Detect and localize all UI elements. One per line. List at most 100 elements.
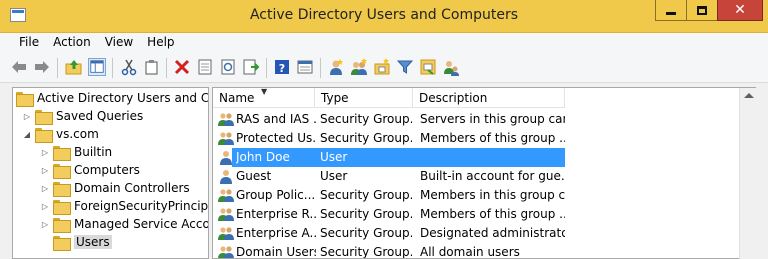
minimize-button[interactable] [655, 0, 687, 21]
cell-name: RAS and IAS ... [236, 112, 316, 126]
expand-icon[interactable]: ▷ [40, 201, 50, 211]
properties-icon[interactable] [196, 58, 214, 76]
cell-description: Built-in account for gue... [420, 169, 565, 183]
delete-icon[interactable] [173, 58, 191, 76]
minimize-icon [666, 11, 676, 15]
scroll-up-icon[interactable] [744, 93, 754, 98]
maximize-icon [697, 5, 707, 15]
window-title: Active Directory Users and Computers [249, 7, 519, 23]
group-icon [218, 131, 234, 146]
group-icon [218, 226, 234, 241]
export-list-icon[interactable] [242, 58, 260, 76]
tree-item-label: Domain Controllers [74, 181, 190, 195]
up-folder-icon[interactable] [65, 58, 83, 76]
refresh-icon[interactable] [219, 58, 237, 76]
tree-item-computers[interactable]: ▷ Computers [40, 161, 140, 179]
cell-name: Enterprise A... [236, 226, 316, 240]
column-header-label: Type [321, 91, 349, 105]
column-header-name[interactable]: Name ▼ [213, 88, 315, 108]
list-row[interactable]: Group Polic... Security Group... Members i… [213, 186, 740, 205]
tree-root-label: Active Directory Users and Com [37, 91, 209, 105]
cell-description: Members of this group ... [420, 207, 565, 221]
folder-icon [35, 109, 53, 125]
cell-name: Enterprise R... [236, 207, 316, 221]
menu-view[interactable]: View [98, 33, 140, 53]
cell-name: Guest [236, 169, 272, 183]
snapin-icon [16, 91, 34, 107]
cell-type: User [320, 169, 348, 183]
tree-item-builtin[interactable]: ▷ Builtin [40, 143, 112, 161]
back-icon[interactable] [10, 58, 28, 76]
folder-icon [53, 235, 71, 251]
new-group-icon[interactable] [350, 58, 368, 76]
expand-icon[interactable]: ▷ [40, 219, 50, 229]
cell-type: Security Group... [320, 207, 412, 221]
tree-item-domain-controllers[interactable]: ▷ Domain Controllers [40, 179, 190, 197]
vertical-scrollbar[interactable] [739, 88, 756, 259]
cell-type: Security Group... [320, 245, 412, 259]
close-button[interactable]: ✕ [717, 0, 763, 21]
tree-root[interactable]: Active Directory Users and Com [16, 89, 209, 107]
tree-item-saved-queries[interactable]: ▷ Saved Queries [22, 107, 143, 125]
cell-type: Security Group... [320, 112, 412, 126]
menu-action[interactable]: Action [46, 33, 98, 53]
svg-text:?: ? [279, 62, 285, 75]
list-row[interactable]: Domain Users Security Group... All domain … [213, 243, 740, 259]
folder-icon [53, 217, 71, 233]
tree-item-managed-service-accounts[interactable]: ▷ Managed Service Accour [40, 215, 208, 233]
tree-item-foreign-security-principals[interactable]: ▷ ForeignSecurityPrincipal: [40, 197, 208, 215]
expand-icon[interactable]: ▷ [40, 183, 50, 193]
user-icon [218, 169, 234, 184]
cell-description: Members of this group ... [420, 131, 565, 145]
list-row[interactable]: Enterprise A... Security Group... Designat… [213, 224, 740, 243]
expand-icon[interactable]: ▷ [40, 147, 50, 157]
menu-file[interactable]: File [12, 33, 46, 53]
menu-bar: File Action View Help [0, 33, 768, 53]
expand-icon[interactable]: ▷ [40, 165, 50, 175]
tree-item-users[interactable]: Users [40, 233, 112, 251]
group-icon [218, 207, 234, 222]
cell-name: John Doe [236, 150, 290, 164]
list-row[interactable]: RAS and IAS ... Security Group... Servers … [213, 110, 740, 129]
column-header-type[interactable]: Type [315, 88, 413, 108]
forward-icon[interactable] [33, 58, 51, 76]
tree-item-domain[interactable]: ◢ vs.com [22, 125, 99, 143]
help-icon[interactable]: ? [273, 58, 291, 76]
cell-type: Security Group... [320, 226, 412, 240]
cell-description: Designated administrato... [420, 226, 565, 240]
tree-item-label: Builtin [74, 145, 113, 159]
list-row[interactable]: John Doe User [213, 148, 740, 167]
details-icon[interactable] [296, 58, 314, 76]
column-header-label: Description [419, 91, 488, 105]
add-to-group-icon[interactable] [419, 58, 437, 76]
cell-type: Security Group... [320, 188, 412, 202]
menu-help[interactable]: Help [140, 33, 181, 53]
column-header-label: Name [219, 91, 255, 105]
column-header-description[interactable]: Description [413, 88, 565, 108]
folder-icon [53, 199, 71, 215]
console-tree-icon[interactable] [88, 58, 106, 76]
new-user-icon[interactable] [327, 58, 345, 76]
title-bar: Active Directory Users and Computers ✕ [0, 0, 768, 33]
toolbar: ? [0, 53, 768, 83]
collapse-icon[interactable]: ◢ [22, 129, 32, 139]
list-row[interactable]: Guest User Built-in account for gue... [213, 167, 740, 186]
copy-icon[interactable] [143, 58, 161, 76]
expand-icon[interactable]: ▷ [22, 111, 32, 121]
sort-descending-icon: ▼ [261, 87, 268, 96]
delegate-icon[interactable] [442, 58, 460, 76]
domain-icon [35, 127, 53, 143]
cell-description: All domain users [420, 245, 520, 259]
new-ou-icon[interactable] [373, 58, 391, 76]
ou-folder-icon [53, 181, 71, 197]
list-row[interactable]: Protected Us... Security Group... Members … [213, 129, 740, 148]
tree-item-label: Saved Queries [56, 109, 144, 123]
group-icon [218, 112, 234, 127]
console-tree[interactable]: Active Directory Users and Com ▷ Saved Q… [12, 87, 209, 259]
maximize-button[interactable] [686, 0, 718, 21]
list-row[interactable]: Enterprise R... Security Group... Members … [213, 205, 740, 224]
cell-description: Members in this group c... [420, 188, 565, 202]
cut-icon[interactable] [120, 58, 138, 76]
details-list[interactable]: Name ▼ Type Description RAS and IAS ... S… [212, 87, 756, 259]
filter-icon[interactable] [396, 58, 414, 76]
